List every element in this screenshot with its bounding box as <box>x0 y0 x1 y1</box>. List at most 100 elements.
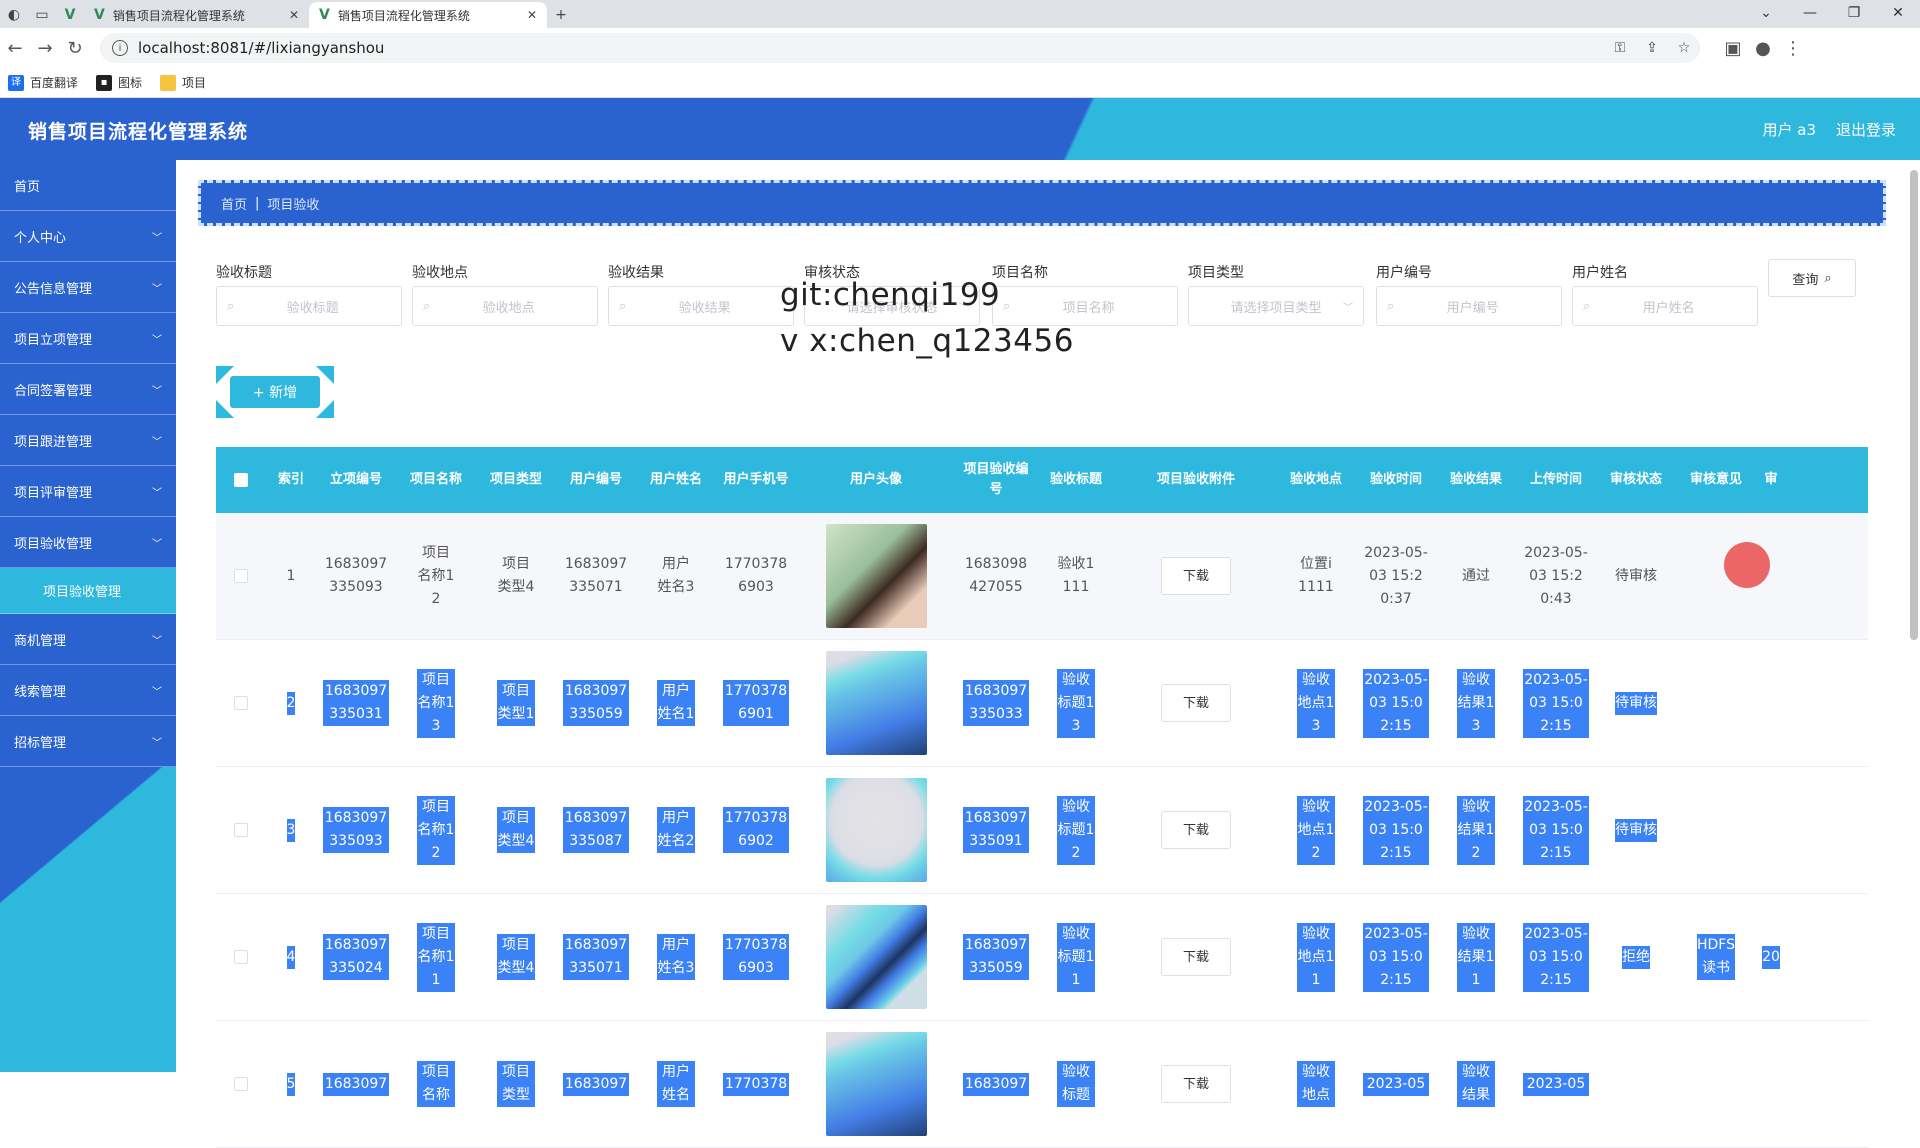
back-icon[interactable]: ← <box>0 38 30 59</box>
cell-phone: 17703786901 <box>716 640 796 766</box>
forward-icon[interactable]: → <box>30 38 60 59</box>
minimize-icon[interactable]: — <box>1788 0 1832 26</box>
search-field-user-no: 用户编号 ⌕ 用户编号 <box>1376 262 1562 326</box>
cell-extra <box>1756 1021 1786 1147</box>
tab-search-icon[interactable]: ◐ <box>0 2 28 28</box>
user-no-input[interactable]: ⌕ 用户编号 <box>1376 286 1562 326</box>
row-checkbox[interactable] <box>234 823 248 837</box>
mouse-cursor-highlight <box>1724 542 1770 588</box>
cell-acceptance-no: 1683097335033 <box>956 640 1036 766</box>
checkbox-icon[interactable] <box>234 473 248 487</box>
page-scrollbar[interactable] <box>1910 170 1918 640</box>
cell-phone: 17703786903 <box>724 556 788 595</box>
download-button[interactable]: 下载 <box>1161 1065 1231 1103</box>
cell-phone: 1770378 <box>716 1021 796 1147</box>
chevron-down-icon: ﹀ <box>152 334 162 346</box>
key-icon[interactable]: ⚿ <box>1604 40 1636 56</box>
reload-icon[interactable]: ↻ <box>60 38 90 59</box>
table-row[interactable]: 1 1683097335093 项目名称12 项目类型4 1683097335071 用户… <box>216 513 1868 640</box>
cell-user-name: 用户姓名2 <box>636 767 716 893</box>
cell-upload-time: 2023-05-03 15:02:15 <box>1516 767 1596 893</box>
breadcrumb-home[interactable]: 首页 <box>221 194 247 213</box>
download-button[interactable]: 下载 <box>1161 557 1231 595</box>
project-type-select[interactable]: 请选择项目类型 ﹀ <box>1188 286 1364 326</box>
restore-icon[interactable]: ❐ <box>1832 0 1876 26</box>
download-button[interactable]: 下载 <box>1161 684 1231 722</box>
row-checkbox[interactable] <box>234 1077 248 1091</box>
share-icon[interactable]: ⇪ <box>1636 40 1668 56</box>
breadcrumb: 首页 | 项目验收 <box>198 180 1886 226</box>
row-checkbox[interactable] <box>234 696 248 710</box>
browser-tab-active[interactable]: V 销售项目流程化管理系统 ✕ <box>309 2 547 28</box>
chevron-down-icon: ﹀ <box>152 385 162 397</box>
info-icon[interactable]: i <box>112 40 128 56</box>
sidebar-item-personal-center[interactable]: 个人中心 ﹀ <box>0 211 176 262</box>
profile-icon[interactable]: ● <box>1748 38 1778 59</box>
sidebar-item-leads[interactable]: 线索管理 ﹀ <box>0 665 176 716</box>
new-tab-button[interactable]: + <box>547 2 575 28</box>
bookmark-icons[interactable]: ▪ 图标 <box>96 74 142 91</box>
column-header: 验收时间 <box>1356 447 1436 513</box>
download-button[interactable]: 下载 <box>1161 938 1231 976</box>
sidebar-item-project-initiation[interactable]: 项目立项管理 ﹀ <box>0 313 176 364</box>
star-icon[interactable]: ☆ <box>1668 40 1700 56</box>
sidebar-item-review[interactable]: 项目评审管理 ﹀ <box>0 466 176 517</box>
chevron-down-icon: ﹀ <box>152 283 162 295</box>
cell-location: 验收地点12 <box>1276 767 1356 893</box>
column-header: 项目类型 <box>476 447 556 513</box>
avatar <box>825 905 927 1009</box>
row-checkbox-cell <box>216 1021 266 1147</box>
bookmark-project-folder[interactable]: 项目 <box>160 74 206 91</box>
bookmark-baidu-translate[interactable]: 译百度翻译 <box>8 74 78 91</box>
cell-project-type: 项目类型4 <box>497 556 535 595</box>
close-tab-icon[interactable]: ✕ <box>527 8 537 22</box>
acceptance-table: 索引 立项编号 项目名称 项目类型 用户编号 用户姓名 用户手机号 用户头像 项目验收编号 验收标… <box>216 447 1868 1148</box>
blank-tab-icon[interactable]: ▭ <box>28 2 56 28</box>
download-button[interactable]: 下载 <box>1161 811 1231 849</box>
close-window-icon[interactable]: ✕ <box>1876 0 1920 26</box>
table-row[interactable]: 3 1683097335093 项目名称12 项目类型4 1683097335087 用户… <box>216 767 1868 894</box>
sidebar-item-followup[interactable]: 项目跟进管理 ﹀ <box>0 415 176 466</box>
tab-title: 销售项目流程化管理系统 <box>337 8 470 23</box>
menu-icon[interactable]: ⋮ <box>1778 38 1808 59</box>
sidebar-item-opportunity[interactable]: 商机管理 ﹀ <box>0 614 176 665</box>
attachment-cell: 下载 <box>1116 640 1276 766</box>
tab-list-icon[interactable]: ⌄ <box>1744 0 1788 26</box>
result-input[interactable]: ⌕ 验收结果 <box>608 286 794 326</box>
table-row[interactable]: 5 1683097 项目名称 项目类型 1683097 用户姓名 1770378 168309… <box>216 1021 1868 1148</box>
browser-tab[interactable]: V 销售项目流程化管理系统 ✕ <box>84 2 309 28</box>
sidebar-item-acceptance[interactable]: 项目验收管理 ﹀ <box>0 517 176 568</box>
location-input[interactable]: ⌕ 验收地点 <box>412 286 598 326</box>
sidepanel-icon[interactable]: ▣ <box>1718 38 1748 59</box>
sidebar-subitem-acceptance[interactable]: 项目验收管理 <box>0 568 176 614</box>
column-header-label: 项目验收附件 <box>1156 472 1235 487</box>
sidebar-item-home[interactable]: 首页 <box>0 160 176 211</box>
add-button[interactable]: + 新增 <box>230 376 320 408</box>
vue-tab-icon[interactable]: V <box>56 2 84 28</box>
table-row[interactable]: 4 1683097335024 项目名称11 项目类型4 1683097335071 用户… <box>216 894 1868 1021</box>
sidebar-item-contract[interactable]: 合同签署管理 ﹀ <box>0 364 176 415</box>
user-name-input[interactable]: ⌕ 用户姓名 <box>1572 286 1758 326</box>
query-button[interactable]: 查询 ⌕ <box>1768 259 1856 297</box>
breadcrumb-separator: | <box>255 195 260 211</box>
url-field[interactable]: i localhost:8081/#/lixiangyanshou ⚿ ⇪ ☆ <box>100 33 1700 63</box>
sidebar-item-notice[interactable]: 公告信息管理 ﹀ <box>0 262 176 313</box>
cell-index: 4 <box>266 894 316 1020</box>
table-row[interactable]: 2 1683097335031 项目名称13 项目类型1 1683097335059 用户… <box>216 640 1868 767</box>
row-checkbox[interactable] <box>234 569 248 583</box>
select-all-checkbox[interactable] <box>216 447 266 513</box>
column-header-label: 验收地点 <box>1289 472 1342 487</box>
sidebar-item-bidding[interactable]: 招标管理 ﹀ <box>0 716 176 767</box>
cell-extra <box>1756 767 1786 893</box>
cell-acceptance-no: 1683097335091 <box>956 767 1036 893</box>
title-input[interactable]: ⌕ 验收标题 <box>216 286 402 326</box>
cell-index: 2 <box>266 640 316 766</box>
logout-link[interactable]: 退出登录 <box>1836 119 1896 140</box>
close-tab-icon[interactable]: ✕ <box>289 8 299 22</box>
cell-user-no: 1683097335087 <box>556 767 636 893</box>
search-icon: ⌕ <box>1387 298 1395 314</box>
cell-user-no: 1683097 <box>556 1021 636 1147</box>
column-header-label: 用户姓名 <box>649 472 702 487</box>
vue-logo-icon: V <box>94 7 105 23</box>
row-checkbox[interactable] <box>234 950 248 964</box>
